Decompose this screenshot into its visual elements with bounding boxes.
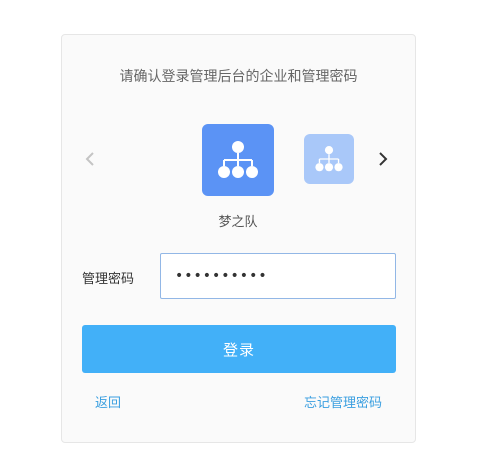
back-link[interactable]: 返回	[95, 392, 121, 411]
chevron-right-icon	[379, 152, 388, 166]
org-item-current[interactable]	[202, 124, 274, 196]
forgot-password-link[interactable]: 忘记管理密码	[304, 392, 382, 411]
password-label: 管理密码	[82, 272, 135, 287]
chevron-left-icon	[85, 152, 94, 166]
org-item-next[interactable]	[304, 134, 354, 184]
login-card: 请确认登录管理后台的企业和管理密码 梦之队 管理密码 •••••••••• 登录…	[61, 34, 416, 443]
login-button[interactable]: 登录	[82, 325, 396, 373]
carousel-prev-button[interactable]	[81, 150, 99, 168]
card-title: 请确认登录管理后台的企业和管理密码	[119, 69, 358, 85]
carousel-next-button[interactable]	[374, 150, 392, 168]
password-input[interactable]	[160, 253, 396, 299]
org-name: 梦之队	[218, 215, 258, 230]
org-chart-icon	[315, 146, 343, 172]
org-chart-icon	[218, 141, 258, 178]
